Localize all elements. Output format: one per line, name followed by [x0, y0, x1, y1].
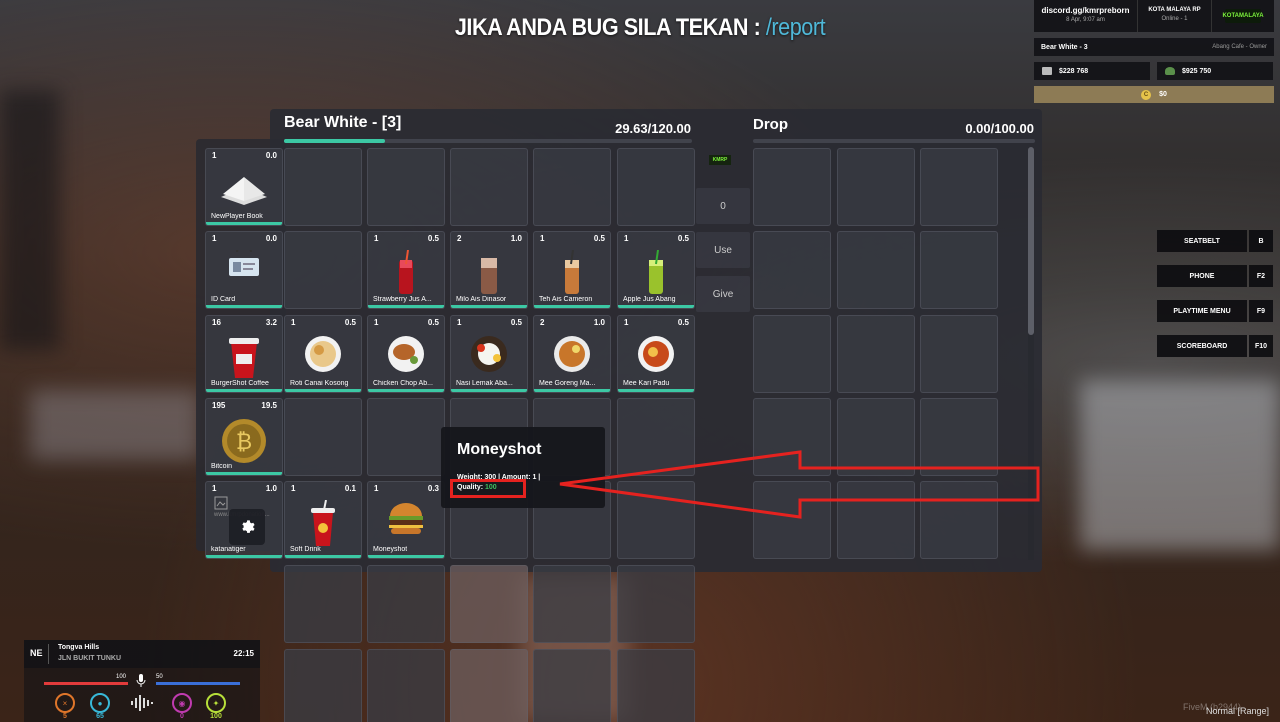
armor-value: 50: [156, 674, 163, 680]
microphone-icon: [136, 674, 146, 688]
stat-value: 65: [96, 713, 104, 720]
stat-value: 100: [210, 713, 222, 720]
stamina-icon: ✦: [206, 693, 226, 713]
stat-value: 5: [63, 713, 67, 720]
location-hud: NE Tongva Hills JLN BUKIT TUNKU 22:15: [24, 640, 260, 668]
voice-waveform-icon: [130, 694, 154, 712]
compass-direction: NE: [30, 648, 43, 658]
hunger-icon: ×: [55, 693, 75, 713]
arrow-shape: [559, 450, 1040, 519]
voice-range: Normal [Range]: [1206, 706, 1270, 716]
health-value: 100: [116, 674, 127, 680]
game-time: 22:15: [233, 649, 254, 658]
annotation-arrow: [559, 450, 1040, 519]
area-name: JLN BUKIT TUNKU: [58, 655, 121, 662]
street-name: Tongva Hills: [58, 644, 100, 651]
stat-value: 0: [180, 713, 184, 720]
hud-divider: [48, 644, 49, 664]
stress-icon: ◉: [172, 693, 192, 713]
thirst-icon: ●: [90, 693, 110, 713]
health-bar: [44, 682, 128, 685]
armor-bar: [156, 682, 240, 685]
